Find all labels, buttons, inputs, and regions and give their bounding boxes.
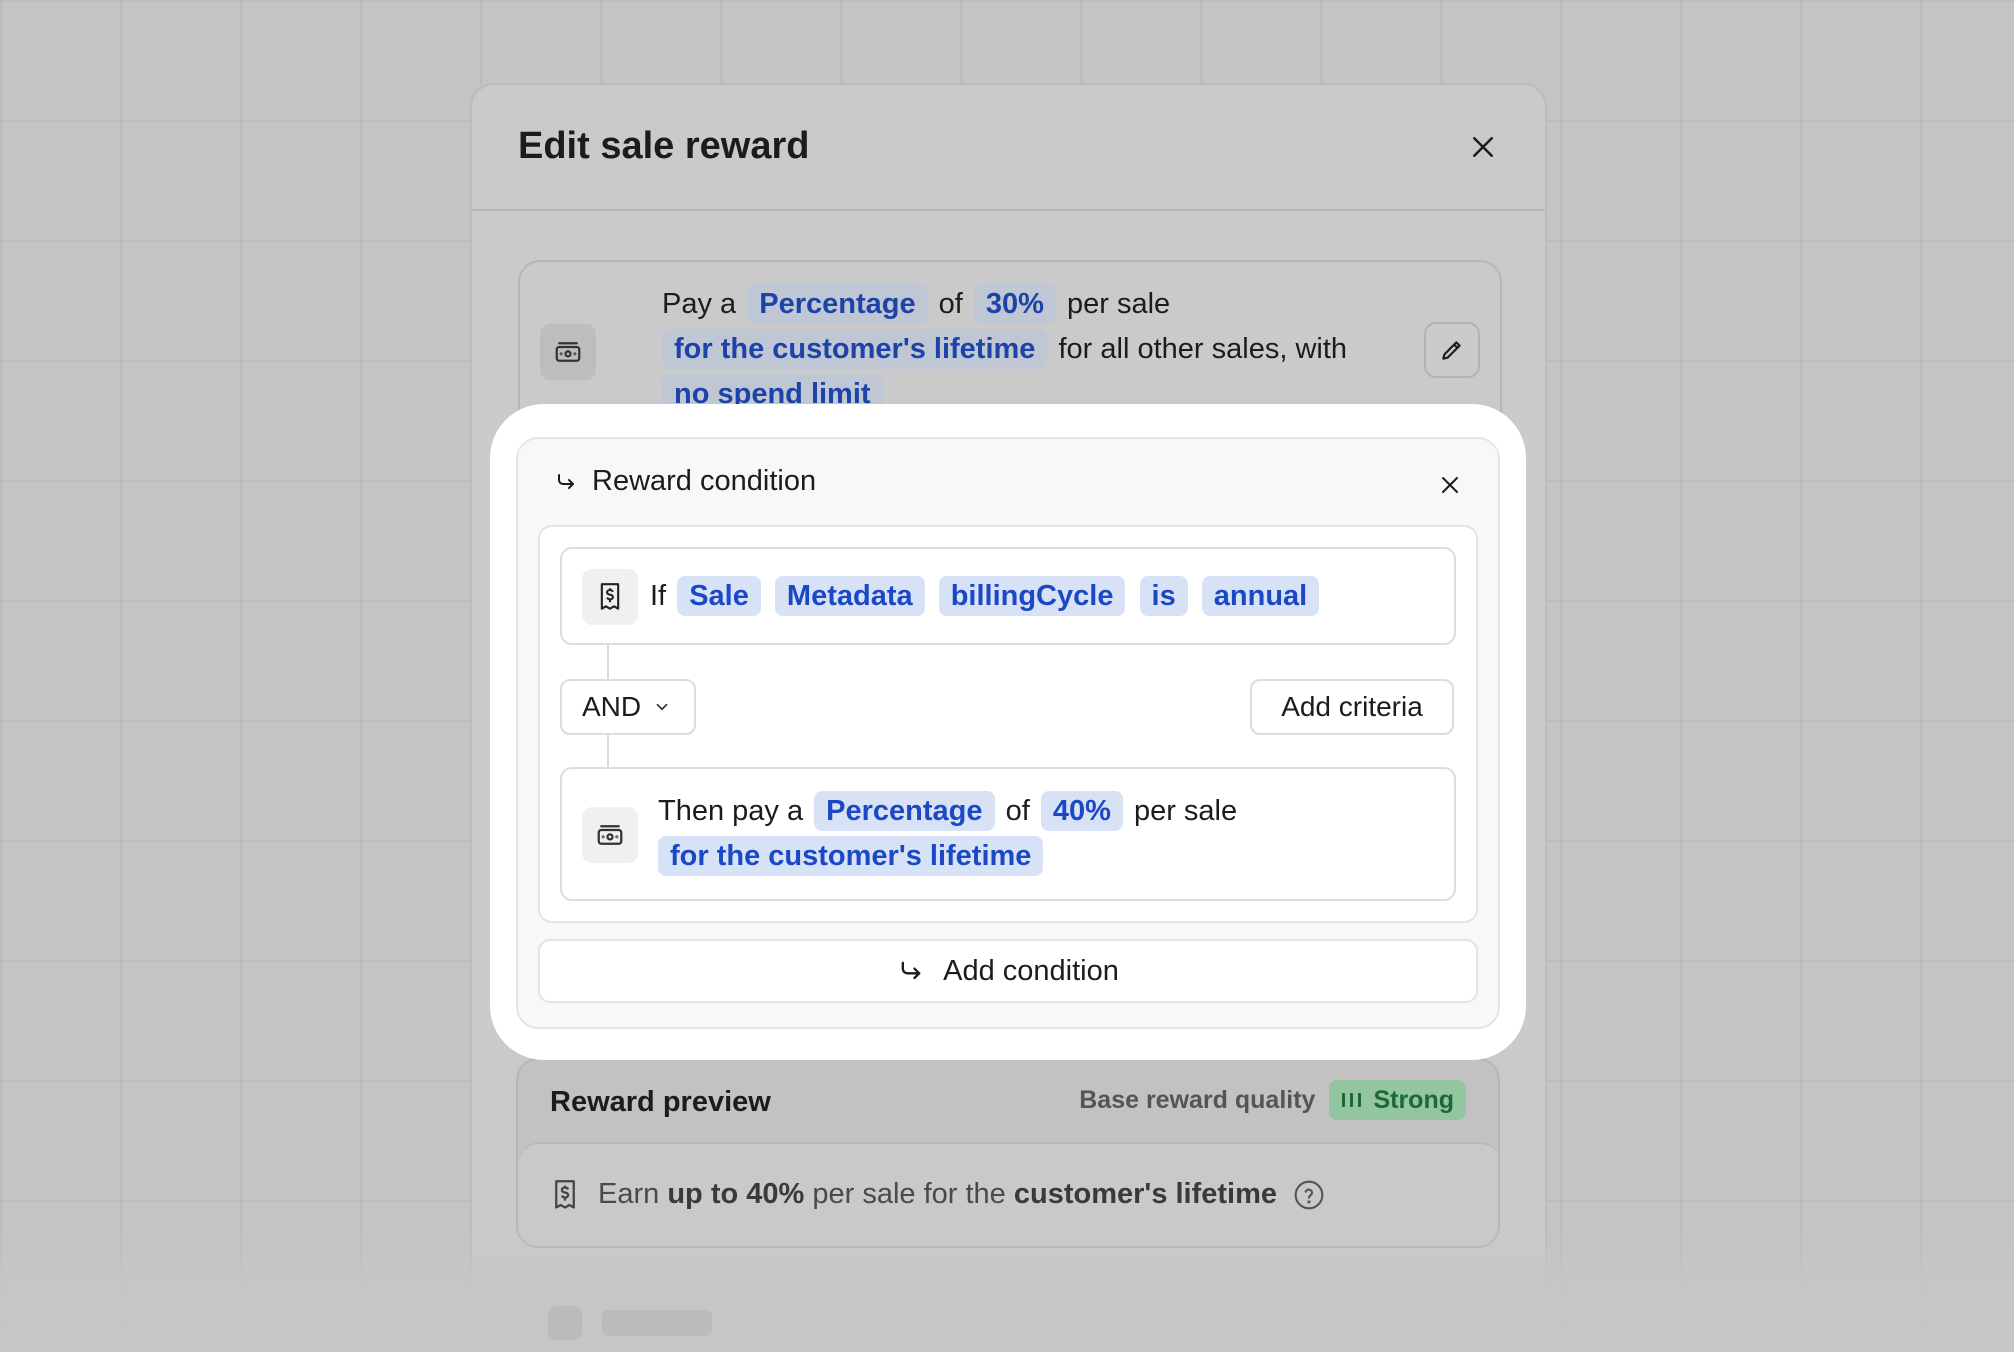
pencil-icon bbox=[1442, 341, 1461, 360]
edit-reward-button[interactable] bbox=[1424, 322, 1480, 378]
modal-title: Edit sale reward bbox=[518, 125, 810, 167]
close-icon bbox=[1473, 137, 1493, 157]
money-icon bbox=[555, 342, 581, 362]
bottom-fade bbox=[0, 1230, 2014, 1352]
reward-amount-chip[interactable]: 30% bbox=[973, 284, 1056, 324]
connector-line bbox=[607, 645, 609, 679]
condition-header: Reward condition bbox=[554, 465, 816, 498]
summary-text: of bbox=[938, 288, 963, 320]
faded-row bbox=[548, 1306, 712, 1340]
preview-text: per sale for the bbox=[812, 1178, 1006, 1210]
backdrop: Edit sale reward Pay a Percentage of 30%… bbox=[0, 0, 2014, 1352]
preview-sentence: Earn up to 40% per sale for the customer… bbox=[598, 1178, 1325, 1211]
quality-value: Strong bbox=[1373, 1085, 1454, 1114]
quality-badge: Strong bbox=[1329, 1080, 1466, 1120]
value-chip[interactable]: annual bbox=[1201, 576, 1320, 616]
receipt-icon-box bbox=[582, 569, 638, 625]
add-condition-label: Add condition bbox=[943, 954, 1119, 987]
preview-amount: up to 40% bbox=[667, 1178, 805, 1210]
reward-type-chip[interactable]: Percentage bbox=[814, 791, 995, 831]
then-reward-row[interactable]: Then pay a Percentage of 40% per sale fo… bbox=[560, 767, 1456, 901]
money-icon-box bbox=[540, 324, 596, 380]
reward-duration-chip[interactable]: for the customer's lifetime bbox=[658, 836, 1044, 876]
add-criteria-button[interactable]: Add criteria bbox=[1250, 679, 1454, 735]
modal-header: Edit sale reward bbox=[472, 85, 1545, 211]
preview-text: Earn bbox=[598, 1178, 660, 1210]
reward-quality: Base reward quality Strong bbox=[1079, 1080, 1466, 1120]
preview-duration: customer's lifetime bbox=[1013, 1178, 1278, 1210]
receipt-dollar-icon bbox=[555, 1180, 575, 1209]
help-circle-icon[interactable] bbox=[1293, 1179, 1325, 1211]
preview-title: Reward preview bbox=[550, 1086, 771, 1118]
receipt-dollar-icon bbox=[600, 583, 620, 610]
if-criteria-row[interactable]: If Sale Metadata billingCycle is annual bbox=[560, 547, 1456, 645]
operator-value: AND bbox=[582, 691, 642, 722]
attribute-chip[interactable]: Metadata bbox=[774, 576, 925, 616]
remove-condition-button[interactable] bbox=[1432, 467, 1468, 503]
close-icon bbox=[1442, 477, 1458, 493]
modal-close-button[interactable] bbox=[1461, 125, 1505, 169]
summary-sentence: Pay a Percentage of 30% per sale for the… bbox=[662, 282, 1402, 417]
operator-chip[interactable]: is bbox=[1139, 576, 1188, 616]
entity-chip[interactable]: Sale bbox=[677, 576, 761, 616]
reward-preview-card: Reward preview Base reward quality Stron… bbox=[516, 1058, 1500, 1248]
reward-condition-card: Reward condition If Sale Metadata billin… bbox=[516, 437, 1500, 1029]
condition-body: If Sale Metadata billingCycle is annual … bbox=[538, 525, 1478, 923]
then-text: per sale bbox=[1133, 795, 1238, 827]
faded-text bbox=[602, 1310, 712, 1336]
corner-down-right-icon bbox=[558, 473, 574, 489]
summary-text: per sale bbox=[1067, 288, 1171, 320]
reward-amount-chip[interactable]: 40% bbox=[1040, 791, 1123, 831]
add-condition-button[interactable]: Add condition bbox=[538, 939, 1478, 1003]
reward-type-chip[interactable]: Percentage bbox=[747, 284, 928, 324]
signal-bars-icon bbox=[1342, 1093, 1362, 1107]
if-label: If bbox=[650, 580, 667, 612]
if-sentence: If Sale Metadata billingCycle is annual bbox=[650, 574, 1322, 619]
money-icon bbox=[597, 825, 623, 845]
chevron-down-icon bbox=[656, 703, 668, 711]
faded-icon bbox=[548, 1306, 582, 1340]
then-text: of bbox=[1005, 795, 1030, 827]
money-icon-box bbox=[582, 807, 638, 863]
corner-down-right-icon bbox=[901, 961, 921, 980]
operator-select[interactable]: AND bbox=[560, 679, 696, 735]
reward-duration-chip[interactable]: for the customer's lifetime bbox=[662, 329, 1048, 369]
summary-text: for all other sales, with bbox=[1058, 333, 1348, 365]
quality-label: Base reward quality bbox=[1079, 1085, 1316, 1114]
then-sentence: Then pay a Percentage of 40% per sale fo… bbox=[658, 789, 1358, 879]
connector-line bbox=[607, 735, 609, 767]
receipt-icon-wrap bbox=[550, 1178, 580, 1217]
then-text: Then pay a bbox=[658, 795, 804, 827]
key-chip[interactable]: billingCycle bbox=[938, 576, 1126, 616]
condition-highlight: Reward condition If Sale Metadata billin… bbox=[490, 404, 1526, 1060]
condition-title: Reward condition bbox=[592, 465, 817, 497]
summary-text: Pay a bbox=[662, 288, 737, 320]
